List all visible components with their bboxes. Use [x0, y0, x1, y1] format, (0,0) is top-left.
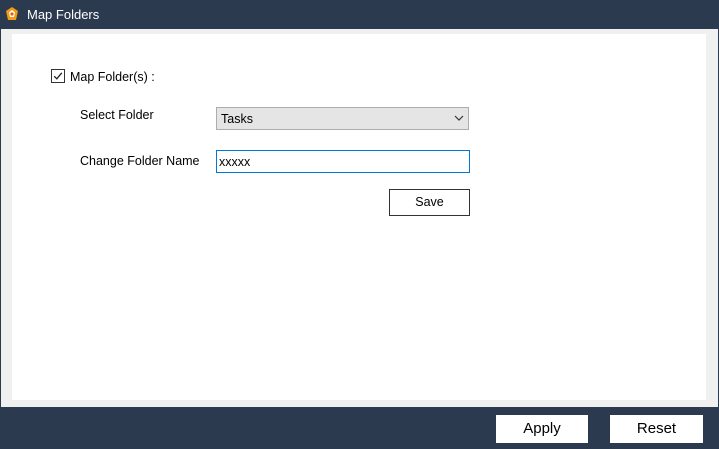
map-folders-checkbox[interactable] [51, 69, 65, 83]
map-folders-label[interactable]: Map Folder(s) : [70, 69, 155, 85]
select-folder-dropdown[interactable]: Tasks [216, 107, 469, 130]
checkmark-icon [53, 72, 63, 80]
save-button[interactable]: Save [389, 189, 470, 216]
select-folder-value: Tasks [221, 112, 253, 126]
change-folder-name-input[interactable] [216, 150, 470, 173]
reset-button[interactable]: Reset [610, 415, 703, 443]
select-folder-label: Select Folder [80, 108, 154, 122]
app-logo-icon [4, 6, 20, 22]
change-folder-name-label: Change Folder Name [80, 154, 200, 168]
title-bar: Map Folders [0, 0, 719, 29]
content-panel [12, 34, 706, 400]
window-title: Map Folders [27, 7, 100, 22]
apply-button[interactable]: Apply [496, 415, 588, 443]
chevron-down-icon [454, 115, 464, 121]
